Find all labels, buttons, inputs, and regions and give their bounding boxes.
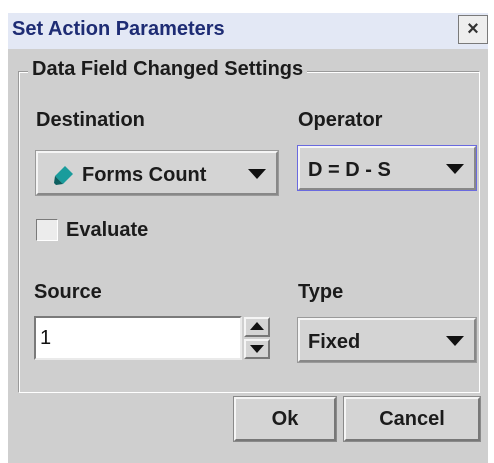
operator-value: D = D - S <box>308 159 391 181</box>
dialog-title: Set Action Parameters <box>12 18 225 40</box>
title-bar: Set Action Parameters × <box>8 13 488 49</box>
destination-dropdown[interactable]: Forms Count <box>35 150 279 196</box>
type-dropdown[interactable]: Fixed <box>297 317 477 363</box>
chevron-down-icon <box>248 169 266 179</box>
set-action-parameters-dialog: Set Action Parameters × Data Field Chang… <box>0 0 494 463</box>
evaluate-checkbox[interactable] <box>36 219 58 241</box>
cancel-button[interactable]: Cancel <box>343 396 481 442</box>
chevron-down-icon <box>446 336 464 346</box>
spinner-down-button[interactable] <box>244 339 270 359</box>
operator-dropdown[interactable]: D = D - S <box>297 145 477 191</box>
pencil-icon <box>54 166 73 185</box>
destination-value: Forms Count <box>82 164 207 186</box>
evaluate-label: Evaluate <box>66 219 149 241</box>
source-input[interactable]: 1 <box>34 316 242 360</box>
chevron-down-icon <box>446 164 464 174</box>
triangle-up-icon <box>250 322 264 330</box>
destination-label: Destination <box>36 109 145 131</box>
ok-button[interactable]: Ok <box>233 396 337 442</box>
source-label: Source <box>34 281 102 303</box>
operator-label: Operator <box>298 109 383 131</box>
group-legend: Data Field Changed Settings <box>28 58 308 81</box>
dialog-body: Data Field Changed Settings Destination … <box>8 49 488 463</box>
type-value: Fixed <box>308 331 361 353</box>
triangle-down-icon <box>250 345 264 353</box>
type-label: Type <box>298 281 344 303</box>
close-button[interactable]: × <box>458 15 488 44</box>
close-icon: × <box>467 18 479 40</box>
spinner-up-button[interactable] <box>244 317 270 337</box>
